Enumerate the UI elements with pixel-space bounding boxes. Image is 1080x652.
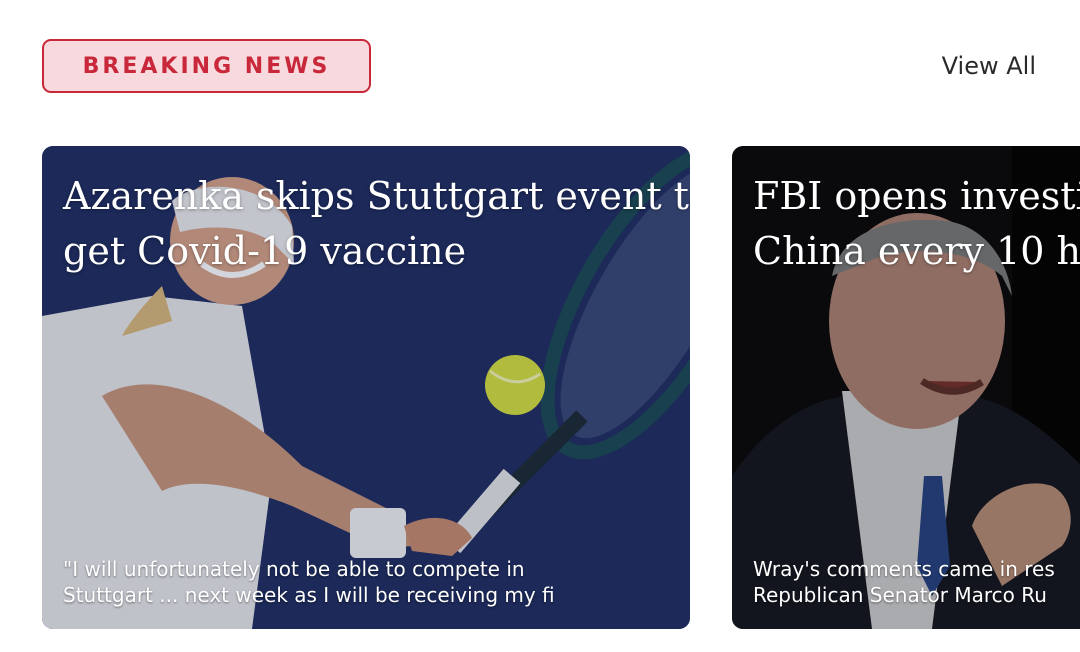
section-header: BREAKING NEWS View All	[42, 39, 1038, 97]
breaking-news-section: BREAKING NEWS View All Azarenka skips St…	[0, 0, 1080, 652]
card-title-line: get Covid-19 vaccine	[63, 229, 467, 273]
view-all-link[interactable]: View All	[942, 52, 1036, 80]
breaking-news-badge: BREAKING NEWS	[42, 39, 371, 93]
card-excerpt: "I will unfortunately not be able to com…	[63, 556, 555, 608]
card-excerpt-line: Stuttgart ... next week as I will be rec…	[63, 583, 555, 607]
card-excerpt-line: "I will unfortunately not be able to com…	[63, 557, 525, 581]
news-card[interactable]: FBI opens investiga China every 10 hrs, …	[732, 146, 1080, 629]
card-title[interactable]: Azarenka skips Stuttgart event to get Co…	[63, 169, 690, 279]
card-excerpt: Wray's comments came in res Republican S…	[753, 556, 1055, 608]
card-title-line: China every 10 hrs,	[753, 229, 1080, 273]
badge-label: BREAKING NEWS	[82, 53, 331, 79]
card-title-line: Azarenka skips Stuttgart event to	[63, 174, 690, 218]
card-excerpt-line: Republican Senator Marco Ru	[753, 583, 1047, 607]
card-title[interactable]: FBI opens investiga China every 10 hrs,	[753, 169, 1080, 279]
card-title-line: FBI opens investiga	[753, 174, 1080, 218]
news-card[interactable]: Azarenka skips Stuttgart event to get Co…	[42, 146, 690, 629]
card-excerpt-line: Wray's comments came in res	[753, 557, 1055, 581]
